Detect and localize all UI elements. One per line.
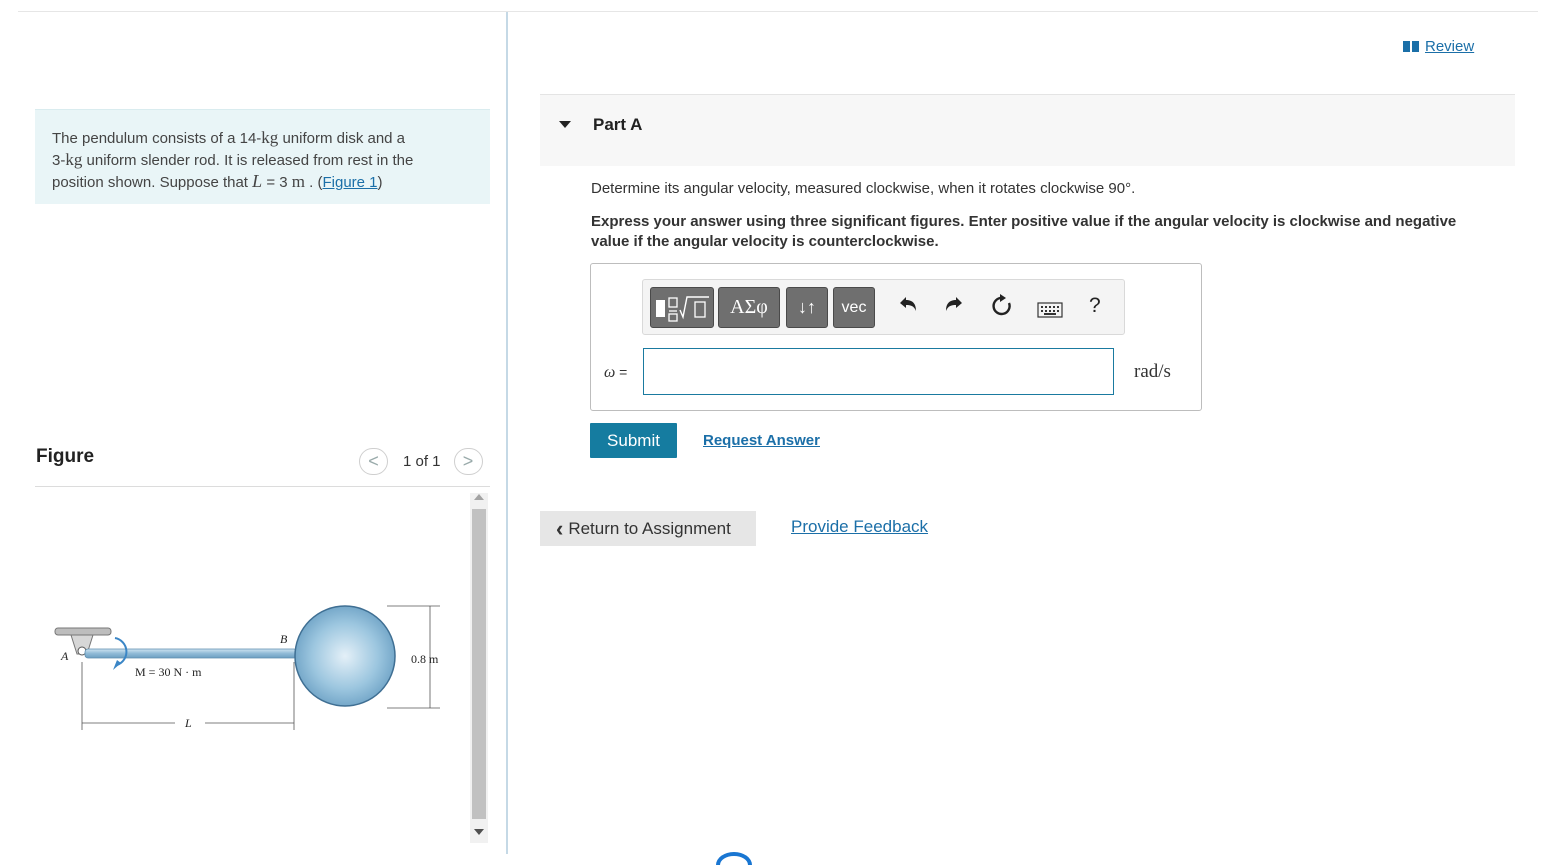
label-moment: M = 30 N · m bbox=[135, 665, 202, 679]
scrollbar-thumb[interactable] bbox=[472, 509, 486, 819]
answer-instruction: Express your answer using three signific… bbox=[591, 213, 1457, 250]
prev-figure-button[interactable]: < bbox=[359, 448, 388, 475]
part-title: Part A bbox=[593, 115, 643, 134]
figure-divider bbox=[35, 486, 490, 487]
provide-feedback-link[interactable]: Provide Feedback bbox=[791, 517, 928, 537]
request-answer-link[interactable]: Request Answer bbox=[703, 432, 820, 449]
label-A: A bbox=[60, 649, 69, 663]
label-length: L bbox=[184, 716, 192, 730]
reset-icon[interactable] bbox=[990, 294, 1014, 324]
part-header[interactable]: Part A bbox=[540, 94, 1515, 166]
problem-text: uniform disk and a bbox=[278, 130, 406, 147]
figure-link[interactable]: Figure 1 bbox=[323, 174, 378, 191]
answer-box: ΑΣφ ↓↑ vec ? ω = rad/s bbox=[590, 263, 1202, 411]
uniform-disk bbox=[294, 605, 396, 707]
vector-button[interactable]: vec bbox=[833, 287, 875, 328]
unit-kg: kg bbox=[65, 149, 83, 169]
answer-variable-label: ω = bbox=[604, 364, 627, 382]
pendulum-figure: A B M = 30 N · m 0.8 m L bbox=[54, 605, 440, 730]
chevron-right-icon: > bbox=[462, 451, 474, 471]
help-widget-icon[interactable] bbox=[716, 852, 752, 865]
math-toolbar: ΑΣφ ↓↑ vec ? bbox=[642, 279, 1125, 335]
problem-text: uniform slender rod. It is released from… bbox=[82, 151, 414, 169]
problem-text: . ( bbox=[305, 174, 323, 191]
problem-text: The pendulum consists of a 14- bbox=[52, 130, 262, 147]
label-B: B bbox=[280, 632, 288, 646]
answer-input[interactable] bbox=[643, 348, 1114, 395]
unit-m: m bbox=[291, 172, 305, 191]
question-prompt: Determine its angular velocity, measured… bbox=[591, 180, 1136, 197]
caret-down-icon[interactable] bbox=[559, 121, 571, 128]
answer-unit: rad/s bbox=[1134, 361, 1171, 382]
problem-text: 3- bbox=[52, 151, 66, 169]
figure-pager: < 1 of 1 > bbox=[359, 448, 483, 475]
top-divider bbox=[18, 11, 1538, 12]
figure-title: Figure bbox=[36, 446, 95, 467]
keyboard-icon[interactable] bbox=[1037, 298, 1063, 324]
undo-icon[interactable] bbox=[897, 294, 919, 322]
review-link[interactable]: Review bbox=[1403, 38, 1474, 55]
label-diameter: 0.8 m bbox=[411, 652, 439, 666]
slender-rod bbox=[84, 648, 298, 659]
templates-icon bbox=[656, 295, 709, 322]
templates-button[interactable] bbox=[650, 287, 714, 328]
problem-text: = 3 bbox=[262, 174, 292, 191]
ceiling-support bbox=[54, 627, 112, 636]
unit-kg: kg bbox=[261, 128, 279, 147]
problem-statement: The pendulum consists of a 14-kg uniform… bbox=[35, 109, 490, 204]
moment-arrowhead bbox=[113, 660, 121, 670]
chevron-left-icon: ‹ bbox=[556, 515, 564, 541]
redo-icon[interactable] bbox=[943, 294, 965, 322]
greek-symbols-button[interactable]: ΑΣφ bbox=[718, 287, 780, 328]
scroll-down-icon[interactable] bbox=[474, 829, 484, 835]
chevron-left-icon: < bbox=[368, 451, 379, 471]
variable-omega: ω bbox=[604, 364, 616, 381]
book-icon bbox=[1403, 41, 1419, 52]
equals-sign: = bbox=[615, 364, 628, 380]
review-label: Review bbox=[1425, 38, 1475, 55]
scroll-up-icon[interactable] bbox=[474, 494, 484, 500]
arrows-button[interactable]: ↓↑ bbox=[786, 287, 828, 328]
problem-text: position shown. Suppose that bbox=[52, 174, 253, 191]
next-figure-button[interactable]: > bbox=[453, 448, 483, 475]
return-to-assignment-button[interactable]: ‹ Return to Assignment bbox=[540, 511, 756, 546]
variable-L: L bbox=[252, 171, 263, 191]
submit-button[interactable]: Submit bbox=[590, 423, 677, 458]
help-icon[interactable]: ? bbox=[1089, 294, 1101, 318]
return-label: Return to Assignment bbox=[568, 518, 731, 538]
pane-divider[interactable] bbox=[506, 12, 508, 854]
pager-label: 1 of 1 bbox=[403, 453, 441, 470]
problem-text: ) bbox=[377, 174, 383, 191]
